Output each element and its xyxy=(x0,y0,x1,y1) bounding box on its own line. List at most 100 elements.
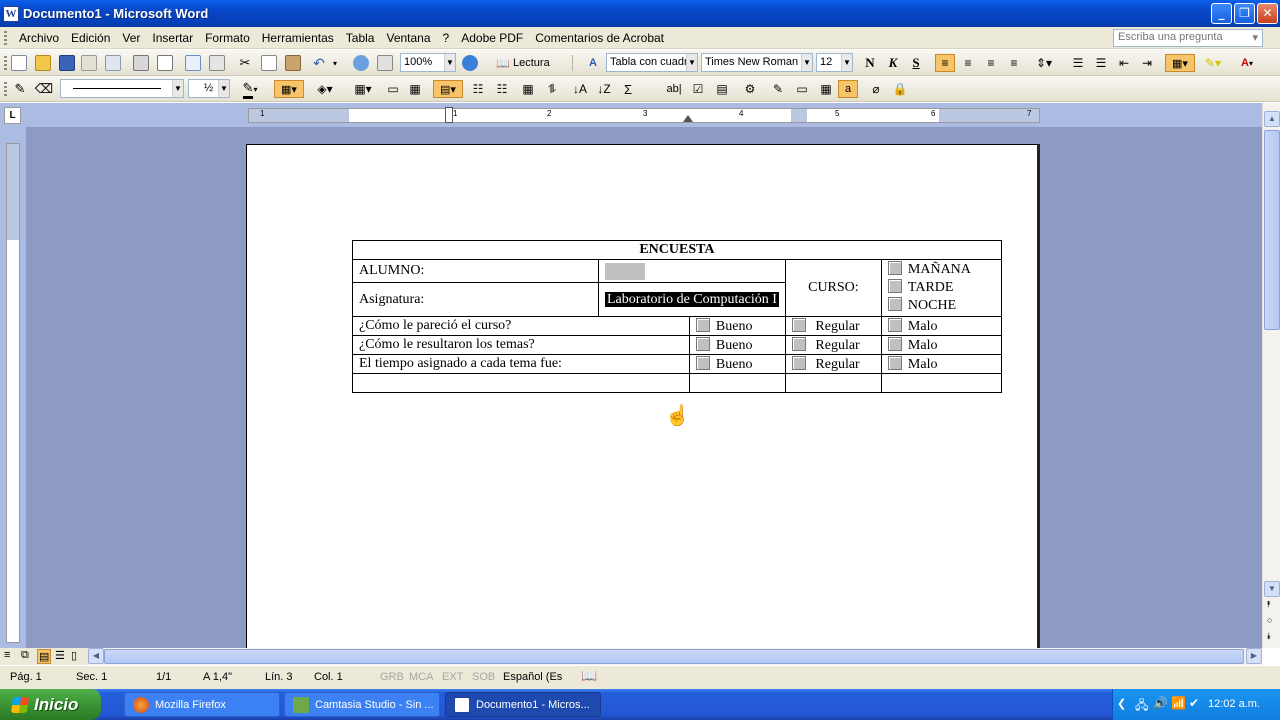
paste-icon[interactable] xyxy=(284,54,302,72)
cut-icon[interactable]: ✂ xyxy=(236,54,254,72)
tray-volume-icon[interactable]: 🔊 xyxy=(1153,696,1168,710)
numbering-button[interactable]: ☰ xyxy=(1068,54,1088,72)
save-icon[interactable] xyxy=(58,54,76,72)
menu-formato[interactable]: Formato xyxy=(199,31,256,45)
menubar-grip[interactable] xyxy=(4,30,7,45)
bullets-button[interactable]: ☰ xyxy=(1091,54,1111,72)
spelling-icon[interactable] xyxy=(184,54,202,72)
reading-view-icon[interactable]: ▯ xyxy=(71,649,77,662)
style-select[interactable]: Tabla con cuadr ▼ xyxy=(606,53,698,72)
tab-selector[interactable]: L xyxy=(4,107,21,124)
print-preview-icon[interactable] xyxy=(156,54,174,72)
status-grb[interactable]: GRB xyxy=(380,671,404,683)
menu-help[interactable]: ? xyxy=(437,31,456,45)
menu-ventana[interactable]: Ventana xyxy=(380,31,436,45)
line-spacing-button[interactable]: ⇕▾ xyxy=(1030,54,1058,72)
checkbox-bueno[interactable] xyxy=(695,336,710,351)
open-folder-icon[interactable] xyxy=(34,54,52,72)
select-browse-object-icon[interactable]: ○ xyxy=(1267,615,1272,625)
status-mca[interactable]: MCA xyxy=(409,671,433,683)
highlight-button[interactable]: ✎▾ xyxy=(1198,54,1228,72)
print-icon[interactable] xyxy=(132,54,150,72)
draw-table-icon[interactable]: ✎ xyxy=(10,80,30,98)
help-icon[interactable] xyxy=(462,54,478,72)
scroll-left-icon[interactable]: ◀ xyxy=(88,648,104,664)
asignatura-field-cell[interactable]: Laboratorio de Computación I xyxy=(598,282,786,317)
tray-network-icon[interactable]: 🖧 xyxy=(1135,696,1148,717)
close-button[interactable]: ✕ xyxy=(1257,3,1278,24)
insert-frame-icon[interactable]: ▭ xyxy=(792,80,812,98)
checkbox-noche[interactable] xyxy=(887,297,902,311)
indent-marker[interactable] xyxy=(445,107,453,123)
justify-button[interactable]: ≡ xyxy=(1004,54,1024,72)
word-app-icon[interactable]: W xyxy=(3,5,19,22)
underline-button[interactable]: S xyxy=(907,54,925,72)
tables-borders-icon[interactable] xyxy=(376,54,394,72)
checkbox-regular[interactable] xyxy=(791,317,806,332)
normal-view-icon[interactable]: ≡ xyxy=(4,649,10,661)
menu-ver[interactable]: Ver xyxy=(116,31,146,45)
permission-icon[interactable] xyxy=(80,54,98,72)
alumno-form-field[interactable] xyxy=(605,262,645,280)
checkbox-tarde[interactable] xyxy=(887,279,902,293)
eraser-icon[interactable]: ⌫ xyxy=(34,80,54,98)
hyperlink-icon[interactable] xyxy=(352,54,370,72)
draw-table2-icon[interactable]: ✎ xyxy=(768,80,788,98)
toolbar-grip[interactable] xyxy=(4,56,7,70)
email-icon[interactable] xyxy=(104,54,122,72)
zoom-dropdown-icon[interactable]: ▼ xyxy=(444,54,455,71)
forms-checkbox-icon[interactable]: ☑ xyxy=(688,80,708,98)
checkbox-regular[interactable] xyxy=(791,355,806,370)
status-ext[interactable]: EXT xyxy=(442,671,463,683)
checkbox-malo[interactable] xyxy=(887,336,902,351)
tray-wifi-icon[interactable]: 📶 xyxy=(1171,696,1186,710)
merge-cells-icon[interactable]: ▭ xyxy=(384,80,402,98)
status-sob[interactable]: SOB xyxy=(472,671,495,683)
vertical-scrollbar[interactable]: ▲ ▼ ⯭ ○ ⯯ xyxy=(1262,103,1280,648)
table-autoformat-icon[interactable]: ▦ xyxy=(518,80,538,98)
spelling-status-icon[interactable]: 📖 xyxy=(581,668,597,684)
change-text-direction-icon[interactable]: ⥮ xyxy=(542,80,562,98)
tray-security-icon[interactable]: ✔ xyxy=(1189,696,1199,710)
distribute-columns-icon[interactable]: ☷ xyxy=(492,80,512,98)
font-size-dropdown-icon[interactable]: ▼ xyxy=(841,54,852,71)
task-word[interactable]: Documento1 - Micros... xyxy=(445,692,601,717)
scroll-right-icon[interactable]: ▶ xyxy=(1246,648,1262,664)
decrease-indent-button[interactable]: ⇤ xyxy=(1114,54,1134,72)
tray-expand-icon[interactable]: ❮ xyxy=(1117,697,1126,710)
checkbox-bueno[interactable] xyxy=(695,317,710,332)
copy-icon[interactable] xyxy=(260,54,278,72)
horizontal-scroll-thumb[interactable] xyxy=(104,649,1244,664)
status-language[interactable]: Español (Es xyxy=(503,671,562,683)
outside-border-button[interactable]: ▦▾ xyxy=(274,80,304,98)
undo-dropdown-icon[interactable]: ▾ xyxy=(330,54,340,72)
restore-button[interactable]: ❐ xyxy=(1234,3,1255,24)
table-row-empty[interactable] xyxy=(352,373,1002,393)
line-style-select[interactable]: ▼ xyxy=(60,79,184,98)
distribute-rows-icon[interactable]: ☷ xyxy=(468,80,488,98)
scroll-up-icon[interactable]: ▲ xyxy=(1264,111,1280,127)
previous-page-icon[interactable]: ⯭ xyxy=(1266,599,1271,610)
forms-text-field-icon[interactable]: ab| xyxy=(664,80,684,98)
font-size-select[interactable]: 12 ▼ xyxy=(816,53,853,72)
research-icon[interactable] xyxy=(208,54,226,72)
menu-archivo[interactable]: Archivo xyxy=(13,31,65,45)
ask-dropdown-icon[interactable]: ▾ xyxy=(1252,31,1258,45)
menu-adobe-pdf[interactable]: Adobe PDF xyxy=(455,31,529,45)
menu-insertar[interactable]: Insertar xyxy=(146,31,199,45)
increase-indent-button[interactable]: ⇥ xyxy=(1137,54,1157,72)
align-right-button[interactable]: ≡ xyxy=(981,54,1001,72)
sort-descending-icon[interactable]: ↓Z xyxy=(594,80,614,98)
vertical-scroll-thumb[interactable] xyxy=(1264,130,1280,330)
font-dropdown-icon[interactable]: ▼ xyxy=(801,54,812,71)
borders-button[interactable]: ▦▾ xyxy=(1165,54,1195,72)
new-document-icon[interactable] xyxy=(10,54,28,72)
line-weight-select[interactable]: ½ ▼ xyxy=(188,79,230,98)
form-field-shading-icon[interactable]: a xyxy=(838,80,858,98)
checkbox-malo[interactable] xyxy=(887,317,902,332)
italic-button[interactable]: K xyxy=(884,54,902,72)
start-button[interactable]: Inicio xyxy=(0,689,101,720)
align-left-button[interactable]: ≡ xyxy=(935,54,955,72)
protect-form-icon[interactable]: 🔒 xyxy=(890,80,910,98)
style-dropdown-icon[interactable]: ▼ xyxy=(686,54,697,71)
